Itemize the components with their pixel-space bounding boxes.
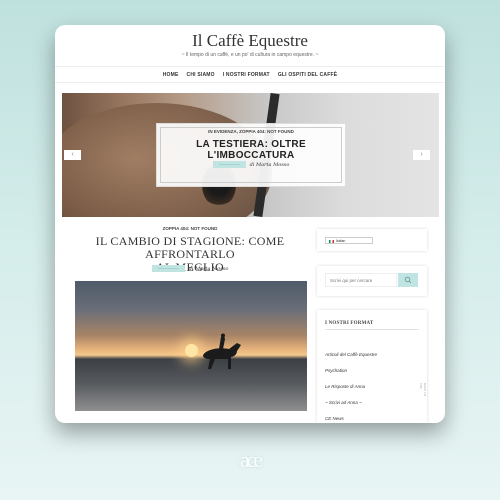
slide-date-badge: ~~~~~~~~~ [212,161,246,168]
site-title[interactable]: Il Caffè Equestre [55,31,445,51]
search-icon [404,276,412,284]
slide-caption: IN EVIDENZA, ZOPPIA 404: NOT FOUND LA TE… [156,123,346,187]
nav-item-format[interactable]: I NOSTRI FORMAT [223,72,270,78]
slide-categories[interactable]: IN EVIDENZA, ZOPPIA 404: NOT FOUND [157,129,345,134]
formats-widget: I NOSTRI FORMAT Articoli del Caffè Eques… [317,310,427,423]
format-link-ce-news[interactable]: CE News [325,416,344,421]
nav-item-chi-siamo[interactable]: CHI SIAMO [187,72,215,78]
nav-item-home[interactable]: HOME [163,72,179,78]
format-link-articoli[interactable]: Articoli del Caffè Equestre [325,352,377,357]
post-meta: ~~~~~~~~~ di Marta Mosso [75,265,305,272]
language-select[interactable]: Italian [325,237,373,244]
language-value: Italian [336,239,346,243]
post-categories[interactable]: ZOPPIA 404: NOT FOUND [75,226,305,231]
formats-widget-title: I NOSTRI FORMAT [325,321,374,326]
search-input[interactable]: Scrivi qui per cercare [325,273,397,287]
browser-page: Il Caffè Equestre ~ Il tempo di un caffè… [55,25,445,423]
search-widget: Scrivi qui per cercare [317,266,427,296]
divider [325,329,419,330]
search-button[interactable] [398,273,418,287]
post-title-line1: IL CAMBIO DI STAGIONE: COME AFFRONTARLO [95,234,285,261]
post-date-badge: ~~~~~~~~~ [151,265,185,272]
site-tagline: ~ Il tempo di un caffè, e un po' di cult… [181,52,319,58]
post-author[interactable]: di Marta Mosso [189,266,229,272]
language-widget: Italian [317,229,427,251]
brand-logo: ace [239,447,263,472]
horse-rider-silhouette [203,333,241,369]
main-nav: HOME CHI SIAMO I NOSTRI FORMAT GLI OSPIT… [55,66,445,83]
format-link-risposte-anna[interactable]: Le Risposte di Anna [325,384,365,389]
slider-next-button[interactable]: › [413,150,430,160]
slide-author[interactable]: di Marta Mosso [250,162,290,168]
italian-flag-icon [329,239,334,243]
slider-prev-button[interactable]: ‹ [64,150,81,160]
format-link-scrivi-anna[interactable]: ~ Scrivi ad Anna ~ [325,400,362,405]
slide-meta: ~~~~~~~~~ di Marta Mosso [157,161,345,168]
nav-item-ospiti[interactable]: GLI OSPITI DEL CAFFÈ [278,72,337,78]
slide-title[interactable]: LA TESTIERA: OLTRE L'IMBOCCATURA [157,139,345,161]
featured-slider[interactable]: IN EVIDENZA, ZOPPIA 404: NOT FOUND LA TE… [62,93,439,217]
format-link-psychation[interactable]: Psychation [325,368,347,373]
back-to-top-label[interactable]: BACK TO TOP [419,383,427,401]
post-featured-image[interactable] [75,281,307,411]
